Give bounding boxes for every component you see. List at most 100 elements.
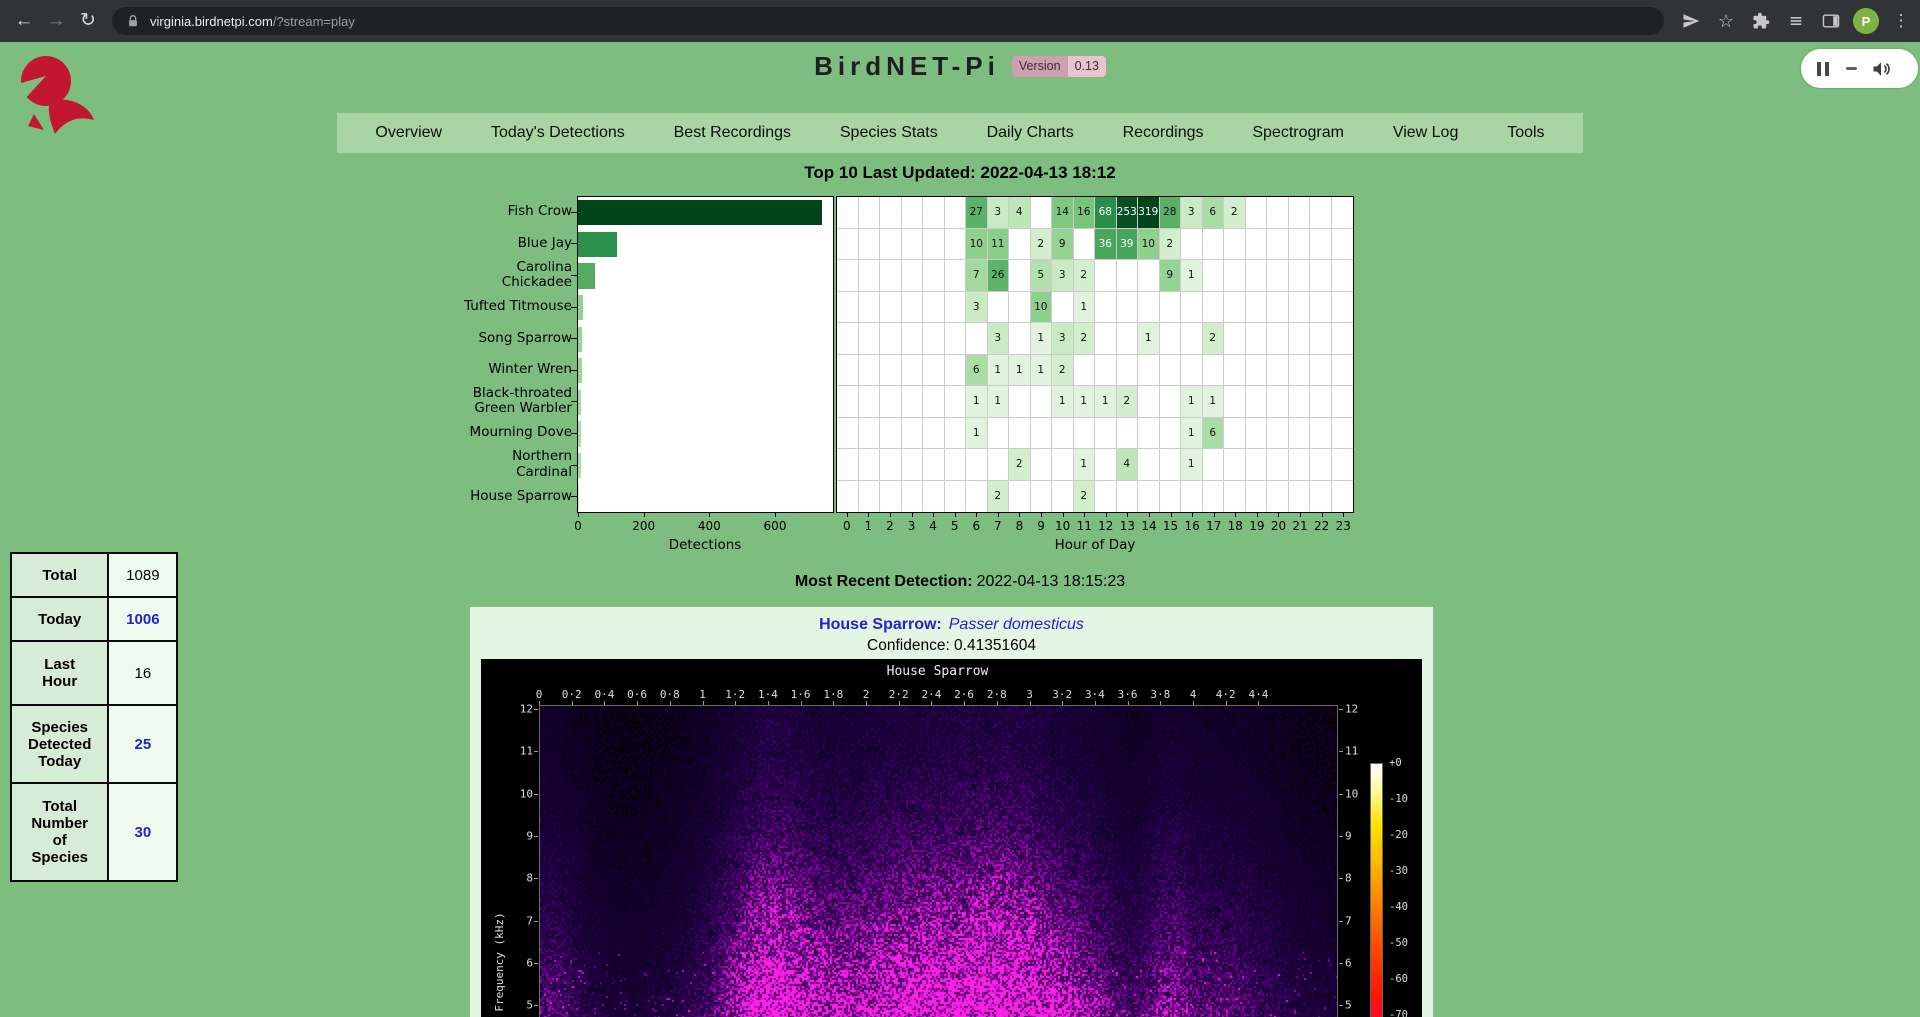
heatmap-cell: 3 [1052, 323, 1074, 355]
heatmap-cell [880, 481, 902, 513]
species-link[interactable]: House Sparrow: [819, 616, 942, 633]
heatmap-cell [902, 386, 924, 418]
species-scientific-link[interactable]: Passer domesticus [949, 616, 1084, 633]
bookmark-star-button[interactable]: ☆ [1713, 8, 1739, 34]
extension-button[interactable] [1783, 8, 1809, 34]
spectrogram-x-tick: 4·2 [1216, 688, 1236, 701]
spectrogram-x-tick: 1·2 [725, 688, 745, 701]
heatmap-cell [945, 260, 967, 292]
heatmap-cell: 3 [988, 323, 1010, 355]
heatmap-cell [1181, 323, 1203, 355]
x-tick-label: 600 [764, 519, 787, 533]
hour-tick-label: 1 [865, 519, 873, 533]
heatmap-cell [1095, 449, 1117, 481]
detection-species-line: House Sparrow: Passer domesticus [470, 616, 1433, 634]
heatmap-cell [1246, 323, 1268, 355]
puzzle-icon [1752, 12, 1770, 30]
x-tick-label: 400 [698, 519, 721, 533]
spectrogram-x-tick: 3·8 [1150, 688, 1170, 701]
tick [1226, 701, 1227, 705]
heatmap-cell [1289, 481, 1311, 513]
heatmap-cell [1160, 323, 1182, 355]
bar [578, 295, 583, 320]
heatmap-cell [1246, 292, 1268, 324]
hour-tick-label: 11 [1077, 519, 1092, 533]
tick [534, 794, 538, 795]
heatmap-cell [837, 323, 859, 355]
heatmap-cell [945, 197, 967, 229]
x-tick [976, 513, 977, 517]
tick [534, 1005, 538, 1006]
colorbar-tick-label: -10 [1389, 793, 1408, 805]
back-button[interactable]: ← [8, 5, 40, 37]
heatmap-cell [1009, 229, 1031, 261]
heatmap-cell [880, 449, 902, 481]
tick [670, 701, 671, 705]
stat-value[interactable]: 30 [108, 783, 177, 881]
heatmap-cell [902, 197, 924, 229]
y-tick [571, 496, 577, 497]
detection-panel: House Sparrow:Passer domesticus Confiden… [470, 607, 1433, 1017]
heatmap-cell [902, 355, 924, 387]
x-tick [709, 513, 710, 517]
x-tick [1235, 513, 1236, 517]
heatmap-cell [1052, 418, 1074, 450]
heatmap-cell [966, 323, 988, 355]
heatmap-cell: 2 [1031, 229, 1053, 261]
bar [578, 327, 582, 352]
heatmap-cell [1224, 481, 1246, 513]
heatmap-cell [923, 292, 945, 324]
heatmap-cell: 319 [1138, 197, 1160, 229]
hour-tick-label: 22 [1314, 519, 1329, 533]
heatmap-cell [1181, 292, 1203, 324]
heatmap-cell [966, 449, 988, 481]
spectrogram-y-tick-right: 7 [1345, 914, 1352, 927]
bar [578, 485, 579, 510]
heatmap-cell: 2 [1203, 323, 1225, 355]
x-tick [1300, 513, 1301, 517]
bar [578, 263, 595, 288]
url-domain: virginia.birdnetpi.com [150, 14, 273, 29]
heatmap-cell [945, 449, 967, 481]
heatmap-cell [1095, 260, 1117, 292]
heatmap-cell [923, 260, 945, 292]
browser-menu-button[interactable]: ⋮ [1888, 8, 1914, 34]
profile-avatar[interactable]: P [1853, 8, 1879, 34]
stat-value[interactable]: 1006 [108, 597, 177, 641]
send-icon[interactable] [1678, 8, 1704, 34]
reload-button[interactable]: ↻ [72, 5, 104, 37]
paper-plane-icon [1682, 12, 1700, 30]
heatmap-cell [1181, 229, 1203, 261]
x-tick [775, 513, 776, 517]
x-tick [1192, 513, 1193, 517]
hour-tick-label: 18 [1228, 519, 1243, 533]
address-bar[interactable]: virginia.birdnetpi.com/?stream=play [112, 7, 1664, 35]
heatmap-cell: 1 [1095, 386, 1117, 418]
side-panel-button[interactable] [1818, 8, 1844, 34]
stat-value[interactable]: 25 [108, 705, 177, 783]
spectrogram-ylabel: Frequency (kHz) [493, 882, 507, 1017]
heatmap-cell [1203, 449, 1225, 481]
extensions-button[interactable] [1748, 8, 1774, 34]
heatmap-cell [1009, 292, 1031, 324]
tick [866, 701, 867, 705]
heatmap-cell [902, 323, 924, 355]
heatmap-cell: 5 [1031, 260, 1053, 292]
spectrogram-x-tick: 2·4 [921, 688, 941, 701]
forward-button[interactable]: → [40, 5, 72, 37]
species-label: Mourning Dove [372, 417, 572, 449]
tick [768, 701, 769, 705]
heatmap-cell: 36 [1095, 229, 1117, 261]
x-tick [868, 513, 869, 517]
heatmap-cell: 11 [988, 229, 1010, 261]
heatmap-cell [1095, 418, 1117, 450]
hour-tick-label: 16 [1184, 519, 1199, 533]
heatmap-cell [1267, 197, 1289, 229]
bar [578, 453, 581, 478]
heatmap-cell [1310, 386, 1332, 418]
stats-row: Species Detected Today25 [11, 705, 177, 783]
hour-tick-label: 21 [1292, 519, 1307, 533]
heatmap-cell [1117, 292, 1139, 324]
x-tick [644, 513, 645, 517]
colorbar-tick-label: -20 [1389, 829, 1408, 841]
